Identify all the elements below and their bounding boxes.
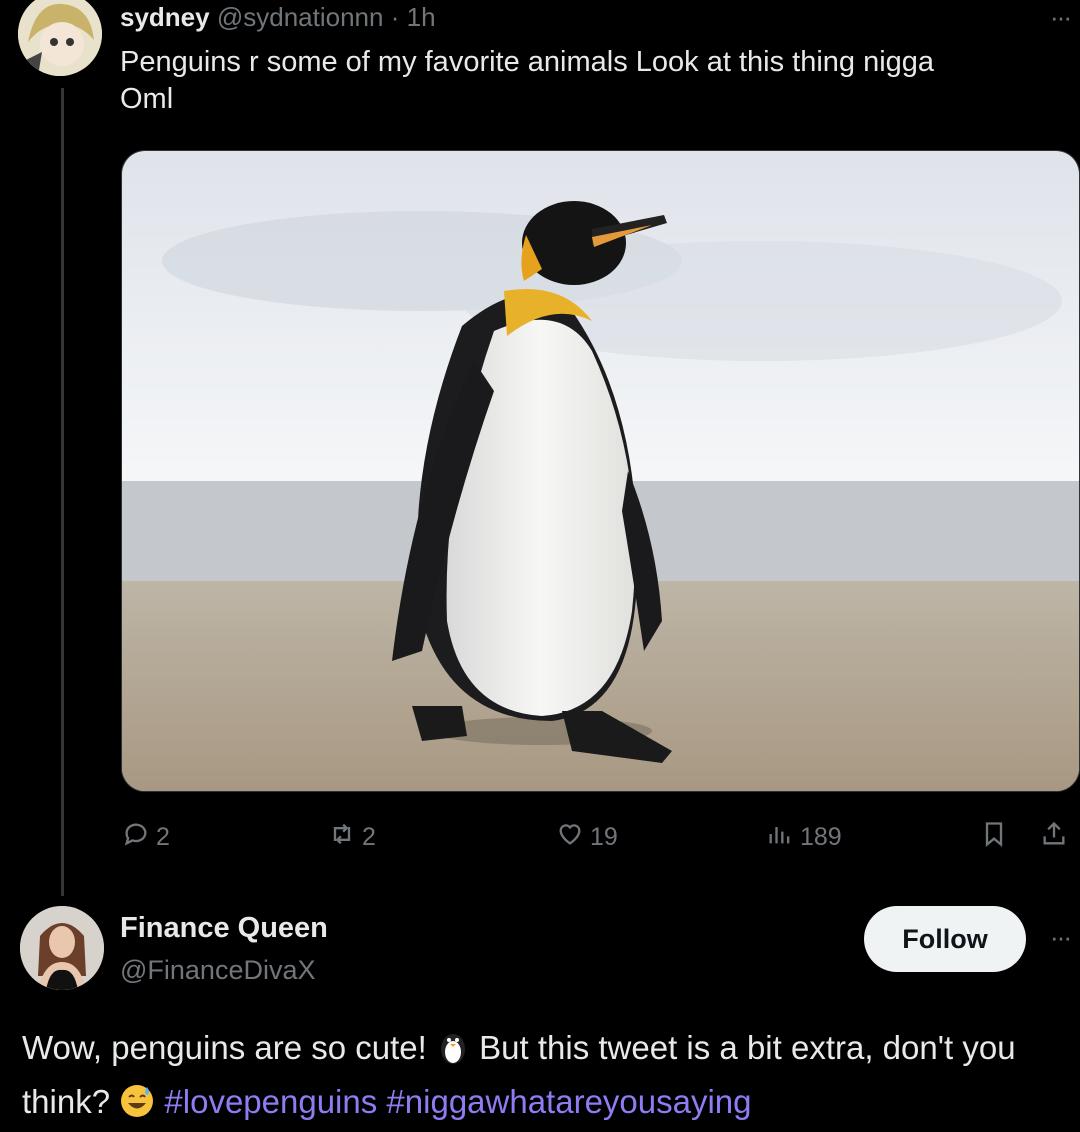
tweet-header: sydney @sydnationnn · 1h xyxy=(120,0,436,34)
reply-author-name[interactable]: Finance Queen xyxy=(120,910,328,946)
repost-arrows-icon xyxy=(328,820,356,855)
hashtag-link[interactable]: #lovepenguins xyxy=(164,1083,377,1120)
bar-chart-icon xyxy=(766,820,794,855)
reply-text: Wow, penguins are so cute! But this twee… xyxy=(22,1024,1072,1132)
separator: · xyxy=(390,2,400,32)
like-button[interactable]: 19 xyxy=(556,820,618,855)
reply-button[interactable]: 2 xyxy=(122,820,170,855)
sweat-smile-emoji xyxy=(119,1083,155,1132)
timestamp[interactable]: 1h xyxy=(407,2,436,32)
bookmark-icon xyxy=(980,820,1008,855)
reply-author-handle[interactable]: @FinanceDivaX xyxy=(120,952,316,988)
tweet-text-line: Penguins r some of my favorite animals L… xyxy=(120,46,935,78)
share-button[interactable] xyxy=(1040,820,1068,855)
views-button[interactable]: 189 xyxy=(766,820,842,855)
avatar[interactable] xyxy=(18,0,102,76)
repost-button[interactable]: 2 xyxy=(328,820,376,855)
more-options-icon[interactable]: ··· xyxy=(1050,2,1072,33)
follow-button[interactable]: Follow xyxy=(864,906,1026,972)
hashtag-link[interactable]: #niggawhatareyousaying xyxy=(386,1083,751,1120)
thread-connector-line xyxy=(61,88,64,896)
view-count: 189 xyxy=(800,823,842,851)
avatar[interactable] xyxy=(20,906,104,990)
tweet-action-bar: 2 2 19 189 xyxy=(0,820,1080,860)
author-name[interactable]: sydney xyxy=(120,2,210,32)
tweet-text-line: Oml xyxy=(120,83,174,115)
repost-count: 2 xyxy=(362,823,376,851)
tweet-image[interactable] xyxy=(121,150,1080,792)
bookmark-button[interactable] xyxy=(980,820,1008,855)
reply-count: 2 xyxy=(156,823,170,851)
reply-text-part: Wow, penguins are so cute! xyxy=(22,1029,427,1066)
penguin-emoji xyxy=(436,1029,470,1078)
share-icon xyxy=(1040,820,1068,855)
like-count: 19 xyxy=(590,823,618,851)
tweet-text: Penguins r some of my favorite animals L… xyxy=(120,44,1050,118)
author-handle[interactable]: @sydnationnn xyxy=(217,2,384,32)
speech-bubble-icon xyxy=(122,820,150,855)
more-options-icon[interactable]: ··· xyxy=(1050,922,1072,953)
heart-icon xyxy=(556,820,584,855)
